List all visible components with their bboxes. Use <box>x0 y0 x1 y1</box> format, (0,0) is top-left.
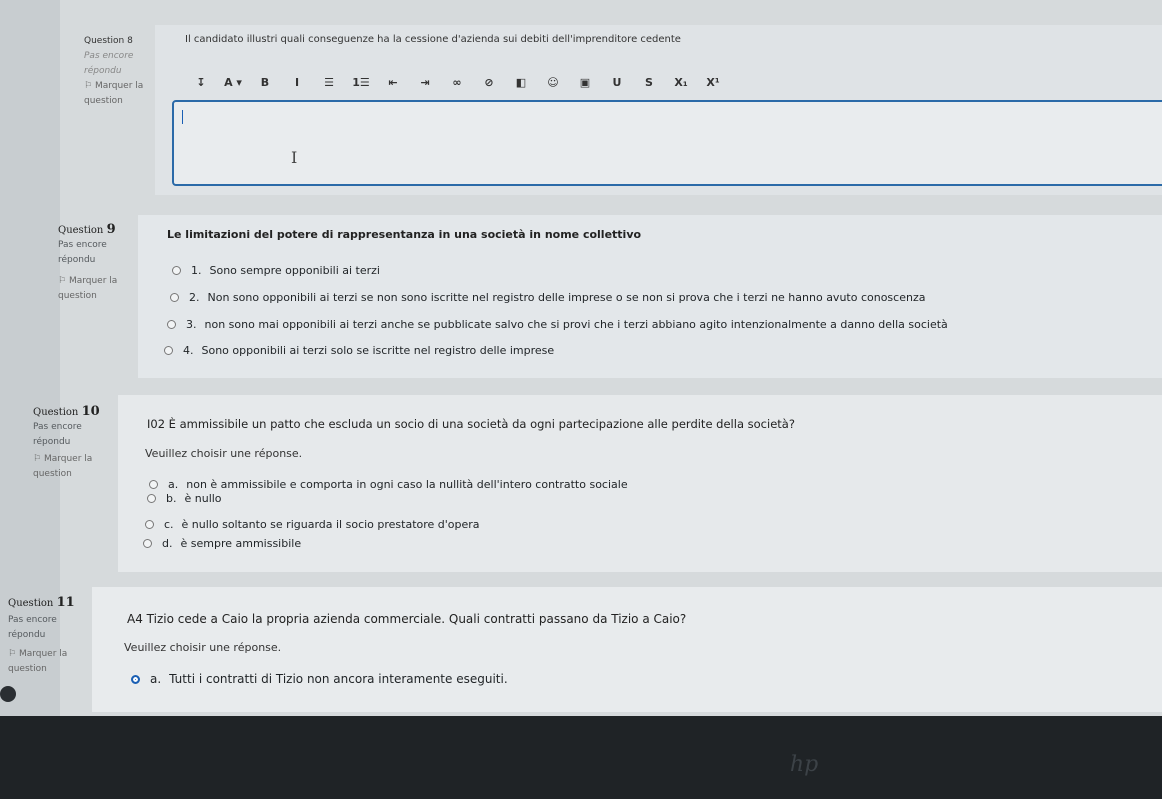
partial-icon <box>0 686 16 702</box>
flag-icon: ⚐ <box>58 276 69 286</box>
answer-option-selected[interactable]: a. Tutti i contratti di Tizio non ancora … <box>131 672 508 686</box>
laptop-bezel <box>0 716 1162 799</box>
answer-option[interactable]: c. è nullo soltanto se riguarda il socio … <box>145 518 480 531</box>
question-number: Question 9 <box>58 222 116 237</box>
radio-button[interactable] <box>147 494 156 503</box>
numbered-list-icon[interactable]: 1☰ <box>345 76 377 89</box>
answer-option[interactable]: 4. Sono opponibili ai terzi solo se iscri… <box>164 344 554 357</box>
indent-icon[interactable]: ⇥ <box>409 76 441 89</box>
flag-question-link[interactable]: ⚐ Marquer la question <box>33 452 103 482</box>
question-text: Il candidato illustri quali conseguenze … <box>185 34 681 45</box>
laptop-logo: ℎ𝑝 <box>790 752 819 777</box>
question-text: Le limitazioni del potere di rappresenta… <box>167 228 642 241</box>
answer-editor[interactable] <box>172 100 1162 186</box>
question-8-info: Question 8 Pas encore répondu ⚐ Marquer … <box>84 34 164 109</box>
flag-icon: ⚐ <box>84 81 95 91</box>
radio-button[interactable] <box>172 266 181 275</box>
font-color-icon[interactable]: A ▾ <box>217 76 249 89</box>
question-text: A4 Tizio cede a Caio la propria azienda … <box>127 612 687 626</box>
question-text: I02 È ammissibile un patto che escluda u… <box>147 417 795 431</box>
answer-option[interactable]: 2. Non sono opponibili ai terzi se non so… <box>170 291 925 304</box>
link-icon[interactable]: ∞ <box>441 76 473 89</box>
answer-option[interactable]: b. è nullo <box>147 492 222 505</box>
editor-toolbar: ↧ A ▾ B I ☰ 1☰ ⇤ ⇥ ∞ ⊘ ◧ ☺ ▣ U S X₁ X¹ <box>185 76 729 89</box>
subscript-icon[interactable]: X₁ <box>665 76 697 89</box>
question-status: Pas encore répondu <box>84 51 134 76</box>
bullet-list-icon[interactable]: ☰ <box>313 76 345 89</box>
underline-icon[interactable]: U <box>601 76 633 89</box>
answer-option[interactable]: d. è sempre ammissibile <box>143 537 301 550</box>
flag-question-link[interactable]: ⚐ Marquer la question <box>8 647 78 677</box>
radio-button[interactable] <box>170 293 179 302</box>
question-11-info: Question 11 Pas encore répondu ⚐ Marquer… <box>8 595 93 677</box>
strikethrough-icon[interactable]: S <box>633 76 665 89</box>
radio-button[interactable] <box>143 539 152 548</box>
question-number: Question 11 <box>8 595 75 610</box>
bold-icon[interactable]: B <box>249 76 281 89</box>
radio-button[interactable] <box>149 480 158 489</box>
superscript-icon[interactable]: X¹ <box>697 76 729 89</box>
flag-icon: ⚐ <box>8 649 19 659</box>
text-caret <box>182 110 183 124</box>
media-icon[interactable]: ◧ <box>505 76 537 89</box>
italic-icon[interactable]: I <box>281 76 313 89</box>
answer-prompt: Veuillez choisir une réponse. <box>124 641 282 654</box>
emoji-icon[interactable]: ☺ <box>537 76 569 89</box>
flag-question-link[interactable]: ⚐ Marquer la question <box>58 274 128 304</box>
flag-icon: ⚐ <box>33 454 44 464</box>
image-icon[interactable]: ▣ <box>569 76 601 89</box>
question-status: Pas encore répondu <box>8 615 57 640</box>
answer-option[interactable]: 1. Sono sempre opponibili ai terzi <box>172 264 380 277</box>
question-10-info: Question 10 Pas encore répondu ⚐ Marquer… <box>33 404 118 482</box>
radio-button[interactable] <box>164 346 173 355</box>
radio-button[interactable] <box>167 320 176 329</box>
answer-option[interactable]: 3. non sono mai opponibili ai terzi anche… <box>167 318 948 331</box>
radio-button[interactable] <box>145 520 154 529</box>
question-status: Pas encore répondu <box>58 240 107 265</box>
radio-button-selected[interactable] <box>131 674 140 684</box>
flag-question-link[interactable]: ⚐ Marquer la question <box>84 79 164 109</box>
answer-prompt: Veuillez choisir une réponse. <box>145 447 303 460</box>
question-number: Question 10 <box>33 404 100 419</box>
question-9-info: Question 9 Pas encore répondu ⚐ Marquer … <box>58 222 138 304</box>
paragraph-icon[interactable]: ↧ <box>185 76 217 89</box>
cursor-ibeam-icon: I <box>291 148 298 167</box>
answer-option[interactable]: a. non è ammissibile e comporta in ogni c… <box>149 478 628 491</box>
unlink-icon[interactable]: ⊘ <box>473 76 505 89</box>
outdent-icon[interactable]: ⇤ <box>377 76 409 89</box>
question-status: Pas encore répondu <box>33 422 82 447</box>
question-number: Question 8 <box>84 36 133 46</box>
